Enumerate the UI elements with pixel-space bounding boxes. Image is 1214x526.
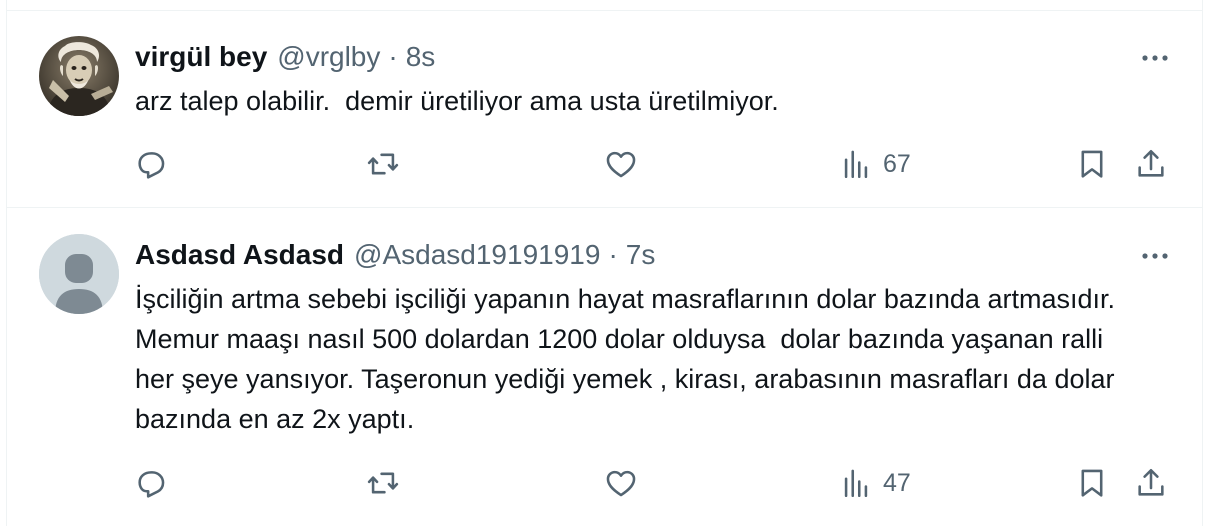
tweet-header: Asdasd Asdasd @Asdasd19191919 · 7s — [135, 237, 655, 273]
timeline-right-border — [1202, 0, 1203, 526]
reply-button[interactable] — [134, 463, 168, 503]
author-handle[interactable]: @Asdasd19191919 — [354, 239, 600, 271]
reply-icon — [138, 152, 165, 179]
tweet-actions: 67 — [7, 144, 1202, 184]
tweet[interactable]: Asdasd Asdasd @Asdasd19191919 · 7s İşcil… — [7, 209, 1202, 526]
bookmark-button[interactable] — [1075, 144, 1109, 184]
retweet-button[interactable] — [366, 144, 400, 184]
share-icon — [1138, 468, 1164, 496]
avatar[interactable] — [39, 36, 119, 116]
share-button[interactable] — [1134, 144, 1168, 184]
avatar[interactable] — [39, 234, 119, 314]
separator-dot: · — [388, 41, 398, 72]
bookmark-icon — [1081, 469, 1103, 497]
like-button[interactable] — [604, 463, 638, 503]
author-name[interactable]: Asdasd Asdasd — [135, 239, 344, 271]
views-count: 67 — [883, 149, 911, 178]
like-button[interactable] — [604, 144, 638, 184]
tweet[interactable]: virgül bey @vrglby · 8s arz talep olabil… — [7, 11, 1202, 208]
heart-icon — [606, 470, 636, 497]
heart-icon — [606, 151, 636, 178]
retweet-icon — [367, 472, 399, 494]
views-chart-icon — [844, 150, 868, 179]
more-button[interactable] — [1138, 242, 1172, 270]
more-button[interactable] — [1138, 44, 1172, 72]
tweet-text: İşciliğin artma sebebi işciliği yapanın … — [135, 284, 1130, 434]
bookmark-button[interactable] — [1075, 463, 1109, 503]
tweet-actions: 47 — [7, 463, 1202, 503]
more-horizontal-icon — [1142, 253, 1168, 259]
timeline: virgül bey @vrglby · 8s arz talep olabil… — [0, 0, 1214, 526]
timestamp[interactable]: 8s — [406, 41, 436, 73]
views-button[interactable]: 67 — [839, 144, 911, 184]
tweet-header: virgül bey @vrglby · 8s — [135, 39, 435, 75]
share-button[interactable] — [1134, 463, 1168, 503]
tweet-text: arz talep olabilir. demir üretiliyor ama… — [135, 86, 779, 116]
separator-dot: · — [608, 239, 618, 270]
timestamp[interactable]: 7s — [626, 239, 656, 271]
share-icon — [1138, 149, 1164, 177]
bookmark-icon — [1081, 150, 1103, 178]
views-chart-icon — [844, 469, 868, 498]
retweet-icon — [367, 153, 399, 175]
default-user-avatar-icon — [39, 234, 119, 314]
author-handle[interactable]: @vrglby — [277, 41, 380, 73]
retweet-button[interactable] — [366, 463, 400, 503]
views-button[interactable]: 47 — [839, 463, 911, 503]
more-horizontal-icon — [1142, 55, 1168, 61]
reply-button[interactable] — [134, 144, 168, 184]
views-count: 47 — [883, 468, 911, 497]
author-name[interactable]: virgül bey — [135, 41, 267, 73]
reply-icon — [138, 471, 165, 498]
vintage-portrait-avatar-icon — [39, 36, 119, 116]
